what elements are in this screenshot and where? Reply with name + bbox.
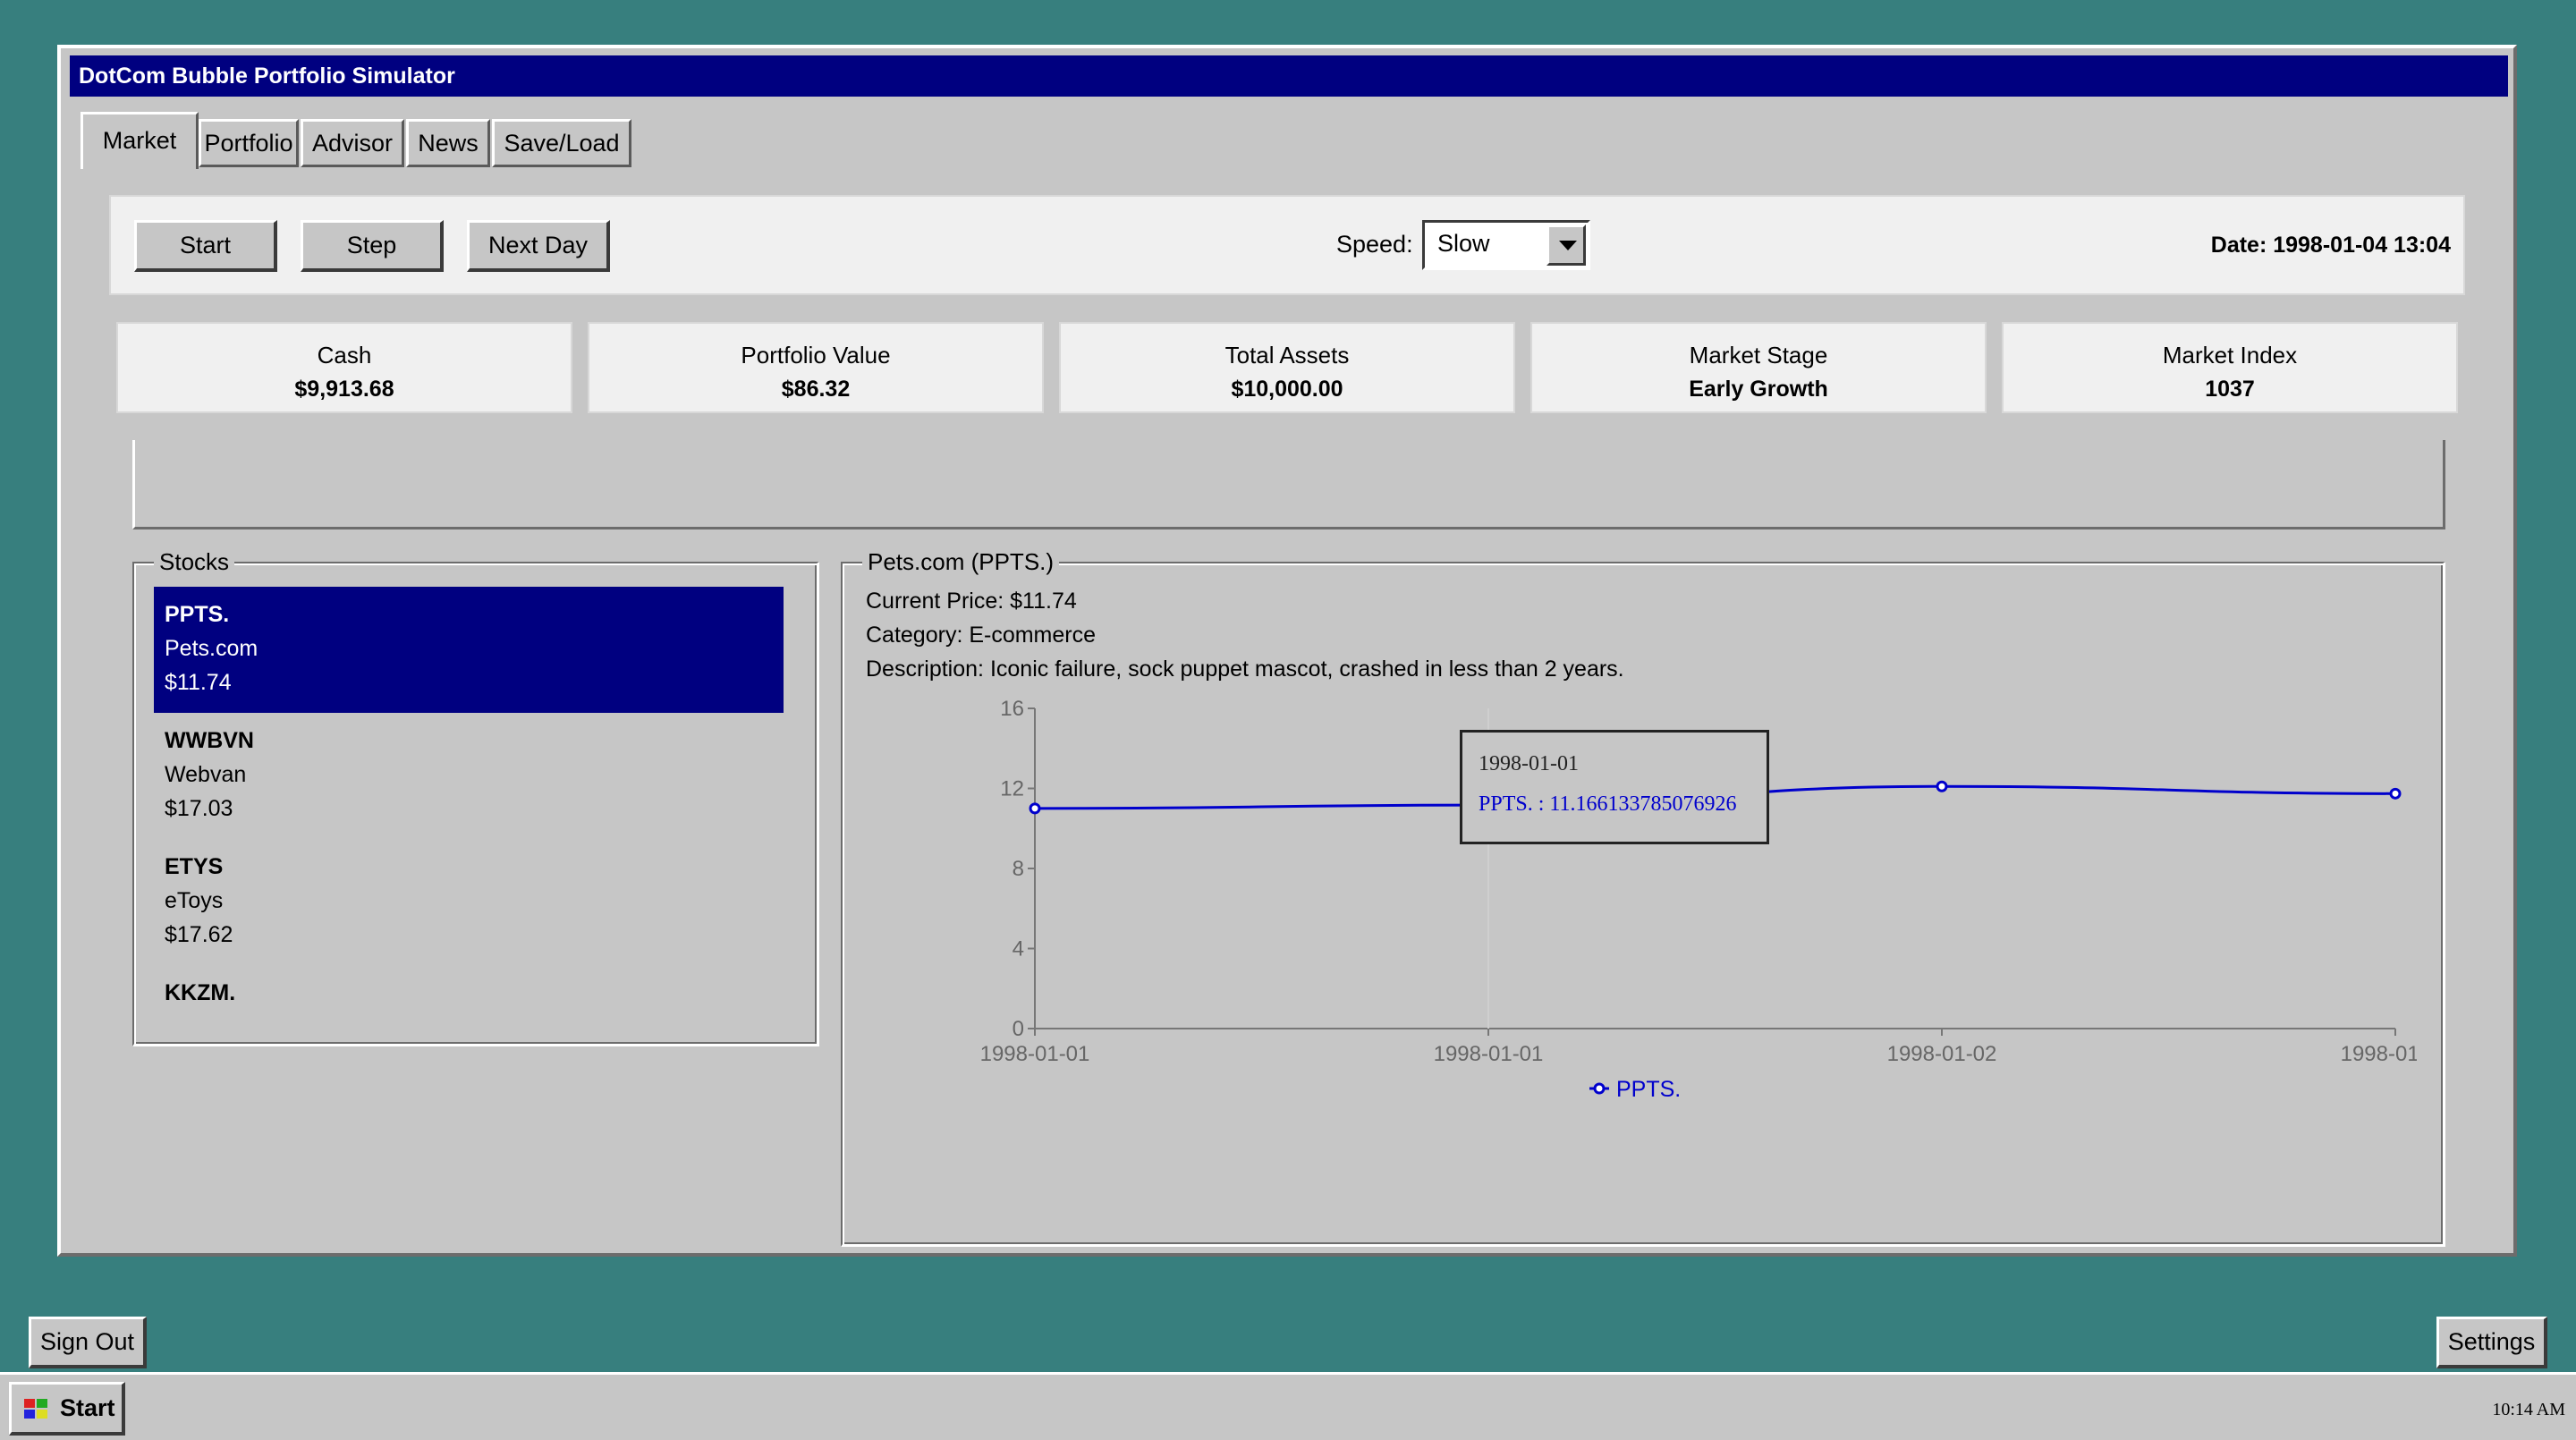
stat-value: Early Growth [1689, 377, 1828, 402]
window-title: DotCom Bubble Portfolio Simulator [70, 55, 2508, 97]
y-tick-label: 4 [1013, 937, 1024, 961]
current-price: Current Price: $11.74 [866, 589, 1077, 614]
stocks-panel-title: Stocks [154, 548, 235, 576]
stock-symbol: KKZM. [165, 980, 236, 1005]
stat-market-stage: Market Stage Early Growth [1530, 322, 1987, 413]
settings-button[interactable]: Settings [2436, 1317, 2547, 1368]
data-point [1029, 802, 1041, 815]
chevron-down-icon[interactable] [1546, 224, 1586, 266]
taskbar-clock: 10:14 AM [2492, 1400, 2565, 1419]
stock-category: Category: E-commerce [866, 623, 1097, 648]
legend-marker [1593, 1082, 1606, 1095]
stock-item-kkzm[interactable]: KKZM. [154, 965, 784, 1016]
x-tick-label: 1998-01-02 [1887, 1042, 1997, 1066]
stat-label: Portfolio Value [741, 342, 891, 368]
stat-label: Market Stage [1689, 342, 1828, 368]
data-point [2389, 787, 2402, 800]
taskbar: Start 10:14 AM [0, 1372, 2576, 1440]
start-label: Start [60, 1394, 115, 1421]
stat-label: Cash [317, 342, 372, 368]
x-tick-label: 1998-01-01 [1434, 1042, 1544, 1066]
x-tick-label: 1998-01-01 [980, 1042, 1090, 1066]
stock-price: $17.03 [165, 796, 233, 821]
stock-symbol: ETYS [165, 854, 224, 879]
taskbar-start-button[interactable]: Start [9, 1382, 125, 1436]
next-day-button[interactable]: Next Day [467, 220, 610, 272]
stat-market-index: Market Index 1037 [2002, 322, 2458, 413]
stock-price: $17.62 [165, 922, 233, 947]
start-button[interactable]: Start [134, 220, 277, 272]
stock-symbol: PPTS. [165, 602, 230, 627]
stock-name: Webvan [165, 762, 247, 787]
stat-total-assets: Total Assets $10,000.00 [1059, 322, 1515, 413]
stock-description: Description: Iconic failure, sock puppet… [866, 656, 1624, 682]
y-tick-label: 0 [1013, 1017, 1024, 1041]
y-tick-label: 12 [1000, 777, 1024, 801]
stock-name: eToys [165, 888, 224, 913]
stock-item-wwbvn[interactable]: WWBVN Webvan $17.03 [154, 713, 784, 839]
stat-label: Market Index [2162, 342, 2298, 368]
stock-name: Pets.com [165, 636, 258, 661]
tab-news[interactable]: News [406, 119, 490, 167]
stock-item-etys[interactable]: ETYS eToys $17.62 [154, 839, 784, 965]
speed-select-value: Slow [1437, 230, 1490, 257]
message-panel [132, 440, 2445, 529]
tooltip-date: 1998-01-01 [1479, 752, 1579, 775]
step-button[interactable]: Step [301, 220, 444, 272]
stat-label: Total Assets [1224, 342, 1350, 368]
simulation-toolbar: Start Step Next Day Speed: Slow Date: 19… [109, 195, 2465, 295]
data-point [1936, 780, 1948, 792]
stat-value: $86.32 [781, 377, 851, 402]
stock-list[interactable]: PPTS. Pets.com $11.74 WWBVN Webvan $17.0… [154, 587, 784, 1016]
stock-detail-panel: Pets.com (PPTS.) Current Price: $11.74 C… [841, 548, 2445, 1247]
tab-market[interactable]: Market [80, 112, 199, 169]
stat-value: $9,913.68 [294, 377, 394, 402]
speed-label: Speed: [1336, 231, 1413, 258]
x-tick-label: 1998-01-03 [2341, 1042, 2417, 1066]
stat-value: $10,000.00 [1231, 377, 1343, 402]
y-tick-label: 8 [1013, 857, 1024, 881]
speed-select[interactable]: Slow [1422, 220, 1590, 270]
stock-item-ppts[interactable]: PPTS. Pets.com $11.74 [154, 587, 784, 713]
chart-tooltip: 1998-01-01 PPTS. : 11.166133785076926 [1460, 730, 1769, 844]
stocks-panel: Stocks PPTS. Pets.com $11.74 WWBVN Webva… [132, 548, 819, 1046]
stock-price: $11.74 [165, 670, 232, 695]
stat-cash: Cash $9,913.68 [116, 322, 572, 413]
tab-save-load[interactable]: Save/Load [492, 119, 631, 167]
y-tick-label: 16 [1000, 698, 1024, 721]
app-window: DotCom Bubble Portfolio Simulator Market… [57, 45, 2517, 1257]
sim-date: Date: 1998-01-04 13:04 [2210, 233, 2451, 258]
sign-out-button[interactable]: Sign Out [29, 1317, 147, 1368]
stock-symbol: WWBVN [165, 728, 254, 753]
tooltip-value: PPTS. : 11.166133785076926 [1479, 792, 1737, 816]
stock-detail-title: Pets.com (PPTS.) [862, 548, 1060, 576]
legend-label: PPTS. [1616, 1077, 1681, 1102]
stat-portfolio-value: Portfolio Value $86.32 [588, 322, 1044, 413]
stat-value: 1037 [2205, 377, 2255, 402]
tab-portfolio[interactable]: Portfolio [199, 119, 299, 167]
tab-advisor[interactable]: Advisor [301, 119, 404, 167]
windows-logo-icon [24, 1399, 47, 1419]
